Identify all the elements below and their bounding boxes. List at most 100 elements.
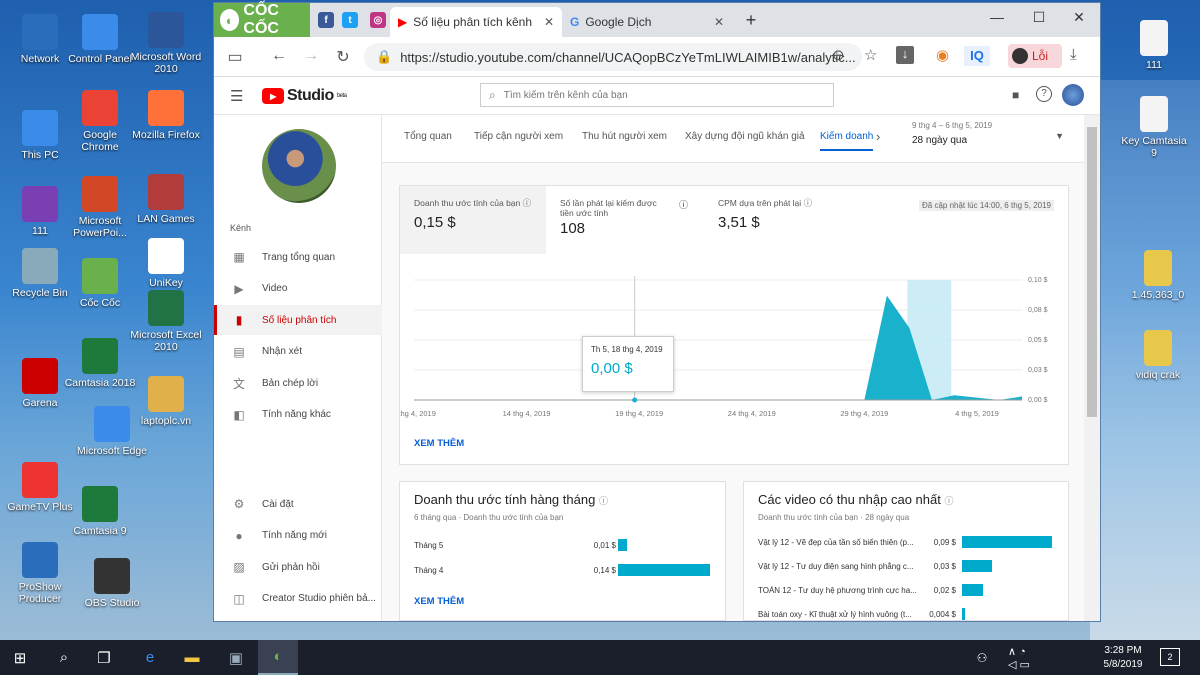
task-view-icon[interactable]: ❐ <box>84 640 124 675</box>
chevron-right-icon[interactable]: › <box>876 129 880 144</box>
sidebar-item-analytics[interactable]: ▮ Số liệu phân tích <box>214 305 382 335</box>
metric-revenue[interactable]: Doanh thu ước tính của bạn ⓘ 0,15 $ <box>400 186 546 254</box>
desktop-icon-file-111[interactable]: 111 <box>1118 20 1190 71</box>
system-tray-icons[interactable]: ∧ ◔ ◁ ▭ <box>1008 640 1036 675</box>
studio-logo[interactable]: ▶ Studio beta <box>262 87 347 105</box>
channel-search[interactable]: ⌕ <box>480 83 834 107</box>
facebook-icon[interactable]: f <box>318 12 334 28</box>
downloads-icon[interactable]: ⤓ <box>1070 46 1077 63</box>
desktop-icon-word[interactable]: Microsoft Word 2010 <box>130 12 202 75</box>
sidebar-item-settings[interactable]: ⚙ Cài đặt <box>214 489 382 519</box>
create-video-icon[interactable]: ■ <box>1012 88 1019 102</box>
coccoc-taskbar-icon[interactable]: ◐ <box>258 640 298 675</box>
app-taskbar-icon[interactable]: ▣ <box>216 640 256 675</box>
new-tab-icon[interactable]: + <box>736 10 766 31</box>
see-more-link[interactable]: XEM THÊM <box>414 596 464 607</box>
video-title[interactable]: TOÁN 12 - Tư duy hệ phương trình cực ha.… <box>758 586 922 602</box>
info-icon: ⓘ <box>803 198 813 208</box>
menu-icon[interactable]: ☰ <box>230 87 243 105</box>
scrollbar-thumb[interactable] <box>1087 127 1097 417</box>
maximize-icon[interactable]: ☐ <box>1024 9 1054 26</box>
desktop-icon-obs[interactable]: OBS Studio <box>76 558 148 609</box>
profile-error-button[interactable]: Lỗi <box>1008 44 1062 68</box>
new-features-icon: ● <box>235 528 243 543</box>
desktop-icon-firefox[interactable]: Mozilla Firefox <box>130 90 202 141</box>
twitter-icon[interactable]: t <box>342 12 358 28</box>
studio-beta-badge: beta <box>336 93 347 99</box>
channel-avatar[interactable] <box>262 129 336 203</box>
search-input[interactable] <box>503 89 804 101</box>
video-title[interactable]: Vật lý 12 - Vẽ đẹp của tần số biến thiên… <box>758 538 922 554</box>
account-avatar[interactable] <box>1062 84 1084 106</box>
sidebar-item-dashboard[interactable]: ▦ Trang tổng quan <box>214 242 382 272</box>
desktop-icon-unikey[interactable]: UniKey <box>130 238 202 289</box>
instagram-icon[interactable]: ◎ <box>370 12 386 28</box>
search-icon: ⌕ <box>489 87 496 102</box>
clock[interactable]: 3:28 PM 5/8/2019 <box>1098 644 1148 672</box>
sidebar-item-creator-studio[interactable]: ◫ Creator Studio phiên bả... <box>214 584 382 614</box>
reload-icon[interactable]: ↻ <box>332 47 354 67</box>
download-page-icon[interactable]: ↓ <box>896 46 914 64</box>
desktop-icon-coccoc[interactable]: Cốc Cốc <box>64 258 136 309</box>
close-tab-icon[interactable]: ✕ <box>714 15 724 29</box>
notification-icon[interactable]: 2 <box>1160 648 1180 666</box>
windows-start-icon[interactable]: ⊞ <box>0 640 40 675</box>
iq-extension[interactable]: IQ <box>964 46 990 66</box>
sidebar-item-comments[interactable]: ▤ Nhận xét <box>214 337 382 367</box>
coccoc-extension-icon[interactable]: ◉ <box>936 46 949 64</box>
sidebar-item-more-features[interactable]: ◧ Tính năng khác <box>214 400 382 430</box>
tab-4[interactable]: Xây dựng đội ngũ khán giả <box>685 131 805 142</box>
tab-3[interactable]: Thu hút người xem <box>582 131 667 142</box>
revenue-chart[interactable]: 0,10 $ 0,08 $ 0,05 $ 0,03 $ 0,00 $ 9 thg 4, 2… <box>400 254 1070 434</box>
tab-google-translate[interactable]: G Google Dịch ✕ <box>562 7 732 37</box>
month-label: Tháng 4 <box>414 566 444 575</box>
bookmark-star-icon[interactable]: ☆ <box>864 46 877 64</box>
desktop-icon-control-panel[interactable]: Control Panel <box>64 14 136 65</box>
minimize-icon[interactable]: — <box>982 9 1012 25</box>
monthly-title: Doanh thu ước tính hàng tháng <box>414 492 596 507</box>
help-icon[interactable]: ? <box>1036 86 1052 102</box>
sidebar-item-new-features[interactable]: ● Tính năng mới <box>214 521 382 551</box>
sidebar-toggle-icon[interactable]: ▭ <box>224 47 246 67</box>
month-bar <box>618 539 627 551</box>
video-title[interactable]: Vật lý 12 - Tư duy điện sang hình phẳng … <box>758 562 922 578</box>
metric-cpm[interactable]: CPM dựa trên phát lại ⓘ 3,51 $ <box>704 186 864 254</box>
date-range-label: 28 ngày qua <box>912 135 968 146</box>
desktop-icon-vidiq-crak[interactable]: vidiq crak <box>1122 330 1194 381</box>
tab-1[interactable]: Tổng quan <box>404 131 452 142</box>
forward-icon[interactable]: → <box>300 47 322 65</box>
desktop-icon-proshow[interactable]: ProShow Producer <box>4 542 76 605</box>
back-icon[interactable]: ← <box>268 47 290 65</box>
tab-2[interactable]: Tiếp cận người xem <box>474 131 563 142</box>
tab-analytics[interactable]: ▶ Số liệu phân tích kênh - Yo ✕ <box>390 7 562 37</box>
zoom-icon[interactable]: ⊖ <box>832 46 845 64</box>
sidebar-item-feedback[interactable]: ▨ Gửi phản hồi <box>214 552 382 582</box>
desktop-icon-folder-1-45[interactable]: 1.45.363_0 <box>1122 250 1194 301</box>
url-field[interactable]: 🔒 https://studio.youtube.com/channel/UCA… <box>364 43 862 71</box>
close-window-icon[interactable]: ✕ <box>1064 9 1094 26</box>
desktop-icon-key-camtasia[interactable]: Key Camtasia 9 <box>1118 96 1190 159</box>
coccoc-logo[interactable]: ◐ CỐC CỐC <box>214 2 310 37</box>
scrollbar[interactable] <box>1084 115 1100 621</box>
desktop-icon-excel[interactable]: Microsoft Excel 2010 <box>130 290 202 353</box>
see-more-link[interactable]: XEM THÊM <box>414 438 464 449</box>
tab-5[interactable]: Kiếm doanh <box>820 131 874 151</box>
file-explorer-icon[interactable]: ▬ <box>172 640 212 675</box>
people-icon[interactable]: ⚇ <box>970 640 994 675</box>
close-tab-icon[interactable]: ✕ <box>544 15 554 29</box>
sidebar-item-translate[interactable]: 文 Bản chép lời <box>214 368 382 398</box>
desktop-icon-powerpoint[interactable]: Microsoft PowerPoi... <box>64 176 136 239</box>
video-title[interactable]: Bài toán oxy - Kĩ thuật xử lý hình vuông… <box>758 610 922 621</box>
desktop-icon-camtasia-9[interactable]: Camtasia 9 <box>64 486 136 537</box>
search-taskbar-icon[interactable]: ⌕ <box>44 640 84 675</box>
edge-taskbar-icon[interactable]: e <box>130 640 170 675</box>
metric-label: CPM dựa trên phát lại <box>718 198 802 208</box>
metric-monetized-playbacks[interactable]: Số lần phát lại kiếm được tiền ước tính … <box>546 186 704 254</box>
desktop-icon-lan-games[interactable]: LAN Games <box>130 174 202 225</box>
desktop-icon-chrome[interactable]: Google Chrome <box>64 90 136 153</box>
sidebar-item-video[interactable]: ▶ Video <box>214 274 382 304</box>
desktop-icon-label: Cốc Cốc <box>79 297 121 309</box>
desktop-icon-edge[interactable]: Microsoft Edge <box>76 406 148 457</box>
desktop-icon-camtasia-2018[interactable]: Camtasia 2018 <box>64 338 136 389</box>
date-range-picker[interactable]: 9 thg 4 – 6 thg 5, 2019 28 ngày qua ▼ <box>912 121 1072 157</box>
